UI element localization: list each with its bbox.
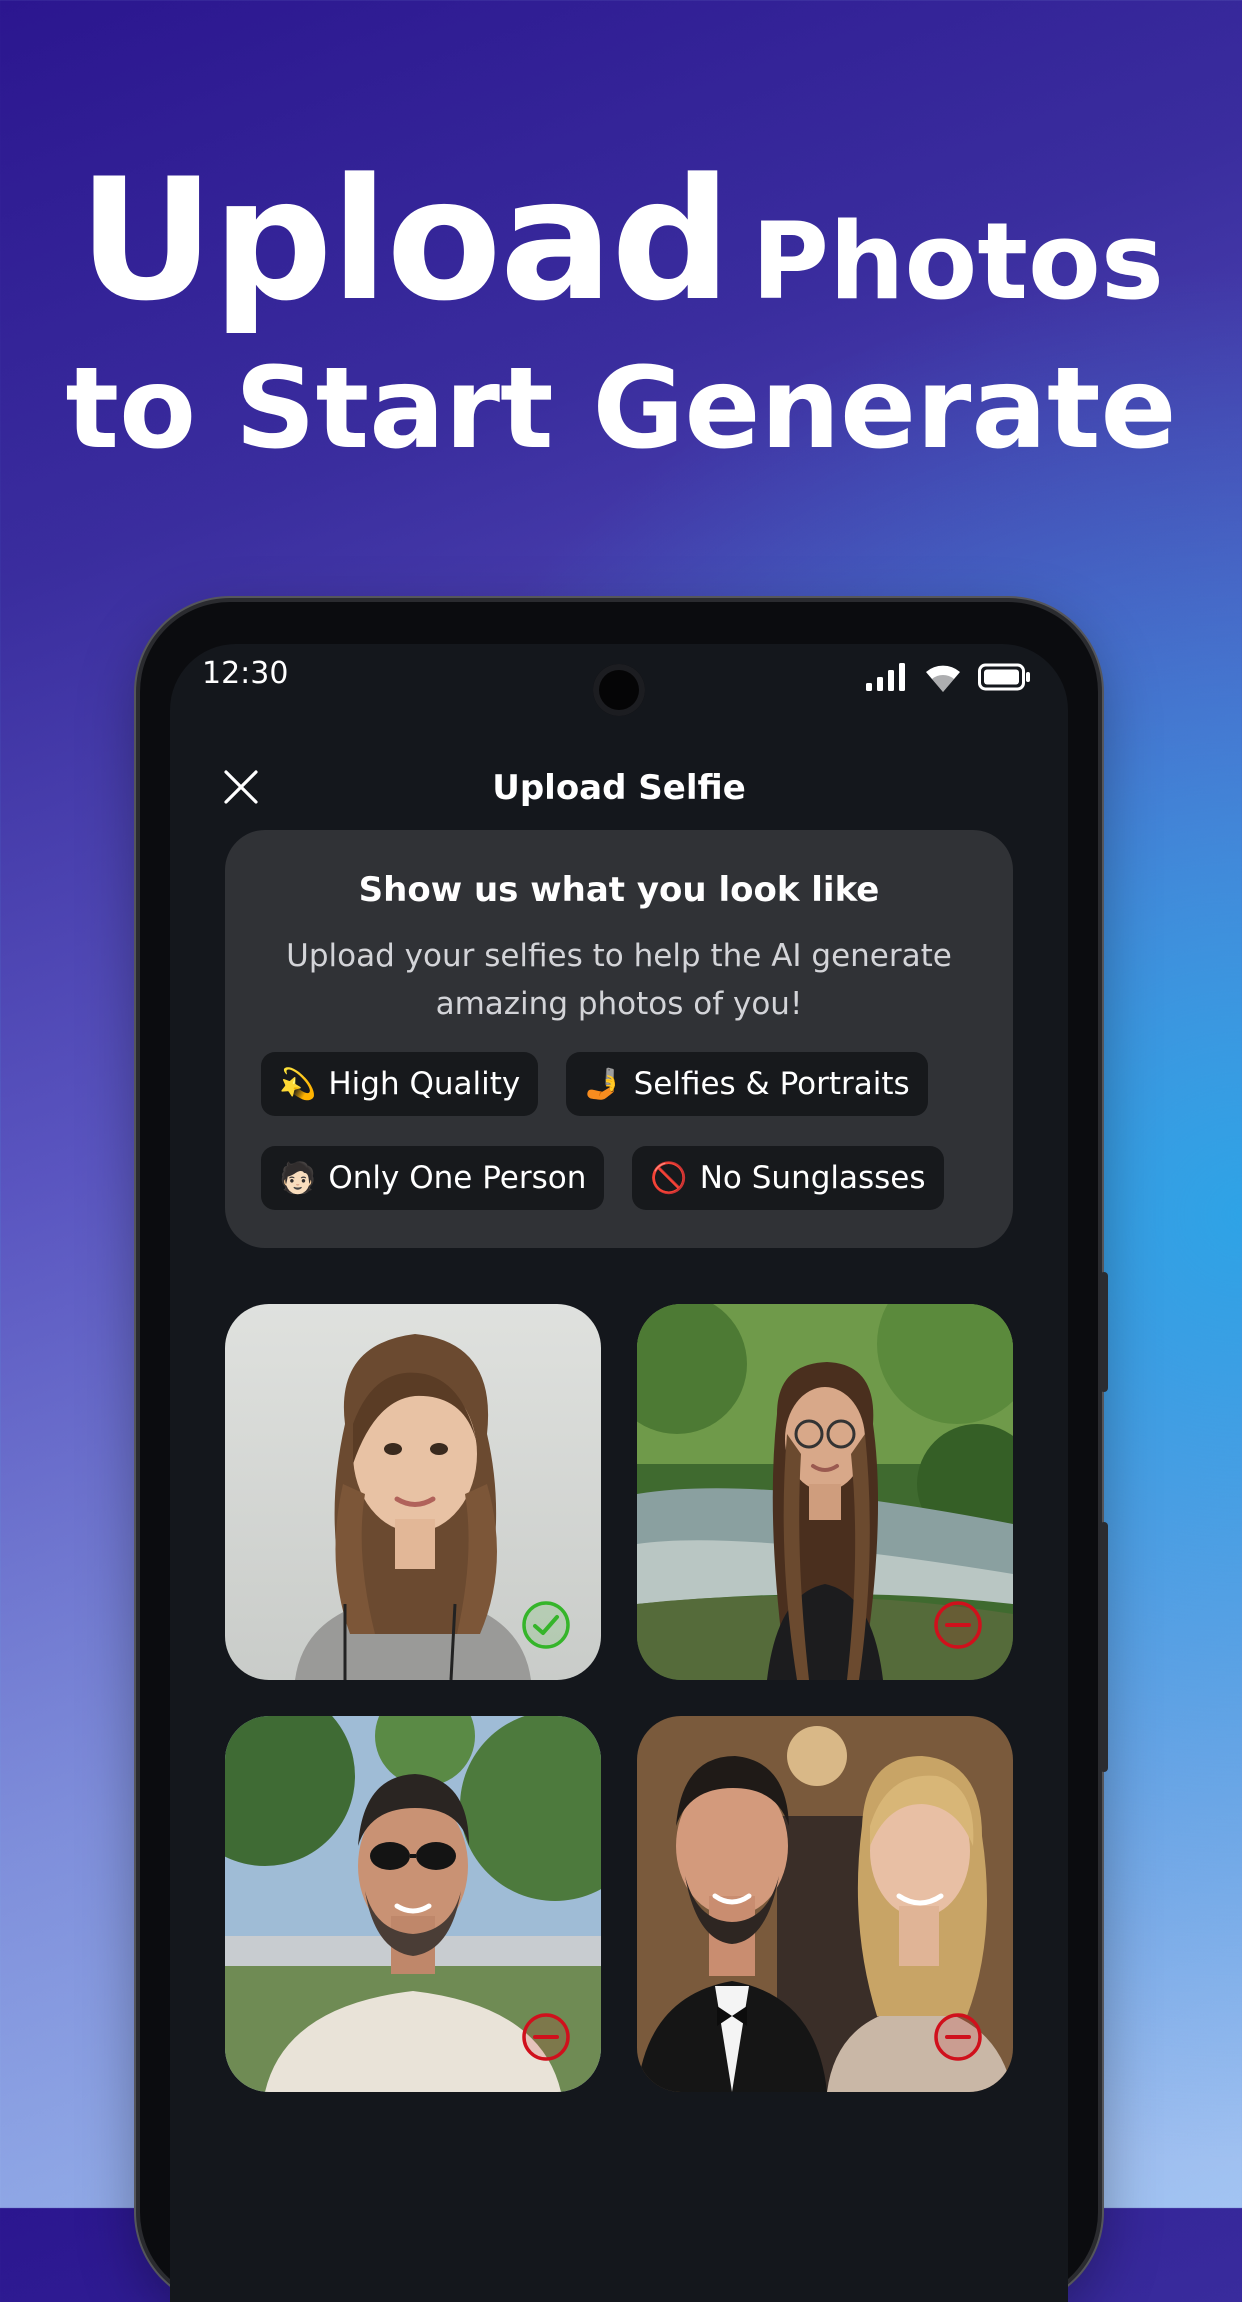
photo-item-2[interactable]: [637, 1304, 1013, 1680]
info-subtitle: Upload your selfies to help the AI gener…: [286, 938, 952, 1022]
selfie-icon: 🤳: [584, 1066, 622, 1102]
signal-icon: [866, 663, 905, 691]
person-icon: 🧑🏻: [279, 1160, 317, 1196]
headline-photos: Photos: [751, 200, 1164, 323]
power-button: [1100, 1522, 1108, 1772]
front-camera: [593, 664, 645, 716]
info-card: Show us what you look like Upload your s…: [225, 830, 1013, 1248]
requirement-chips: 💫 High Quality 🤳 Selfies & Portraits 🧑🏻 …: [261, 1052, 977, 1240]
headline-line-1: Upload Photos: [0, 140, 1242, 340]
chip-label: High Quality: [328, 1066, 521, 1102]
minus-circle-icon: [522, 2013, 570, 2061]
info-title: Show us what you look like: [358, 870, 880, 910]
chip-high-quality: 💫 High Quality: [261, 1052, 539, 1116]
chip-selfies-portraits: 🤳 Selfies & Portraits: [566, 1052, 928, 1116]
chip-no-sunglasses: 🚫 No Sunglasses: [632, 1146, 944, 1210]
chip-label: Selfies & Portraits: [633, 1066, 910, 1102]
photo-item-4[interactable]: [637, 1716, 1013, 2092]
status-icons: [866, 662, 1030, 692]
chip-label: No Sunglasses: [699, 1160, 926, 1196]
prohibited-icon: 🚫: [650, 1160, 688, 1196]
photo-item-1[interactable]: [225, 1304, 601, 1680]
status-time: 12:30: [202, 656, 289, 691]
check-circle-icon: [522, 1601, 570, 1649]
chip-one-person: 🧑🏻 Only One Person: [261, 1146, 605, 1210]
nav-bar: Upload Selfie: [170, 742, 1068, 832]
headline-upload: Upload: [78, 142, 731, 338]
headline: Upload Photos to Start Generate: [0, 140, 1242, 484]
wifi-icon: [926, 665, 960, 692]
phone-frame: 12:30 Upload Selfie Show us what you loo…: [140, 602, 1108, 2302]
page-title: Upload Selfie: [492, 768, 746, 808]
phone-screen: 12:30 Upload Selfie Show us what you loo…: [170, 644, 1068, 2302]
battery-icon: [978, 663, 1030, 691]
volume-button: [1100, 1272, 1108, 1392]
chip-label: Only One Person: [328, 1160, 587, 1196]
dizzy-icon: 💫: [279, 1066, 317, 1102]
minus-circle-icon: [934, 1601, 982, 1649]
headline-line-2: to Start Generate: [65, 344, 1177, 474]
status-bar: 12:30: [170, 644, 1068, 734]
minus-circle-icon: [934, 2013, 982, 2061]
photo-item-3[interactable]: [225, 1716, 601, 2092]
